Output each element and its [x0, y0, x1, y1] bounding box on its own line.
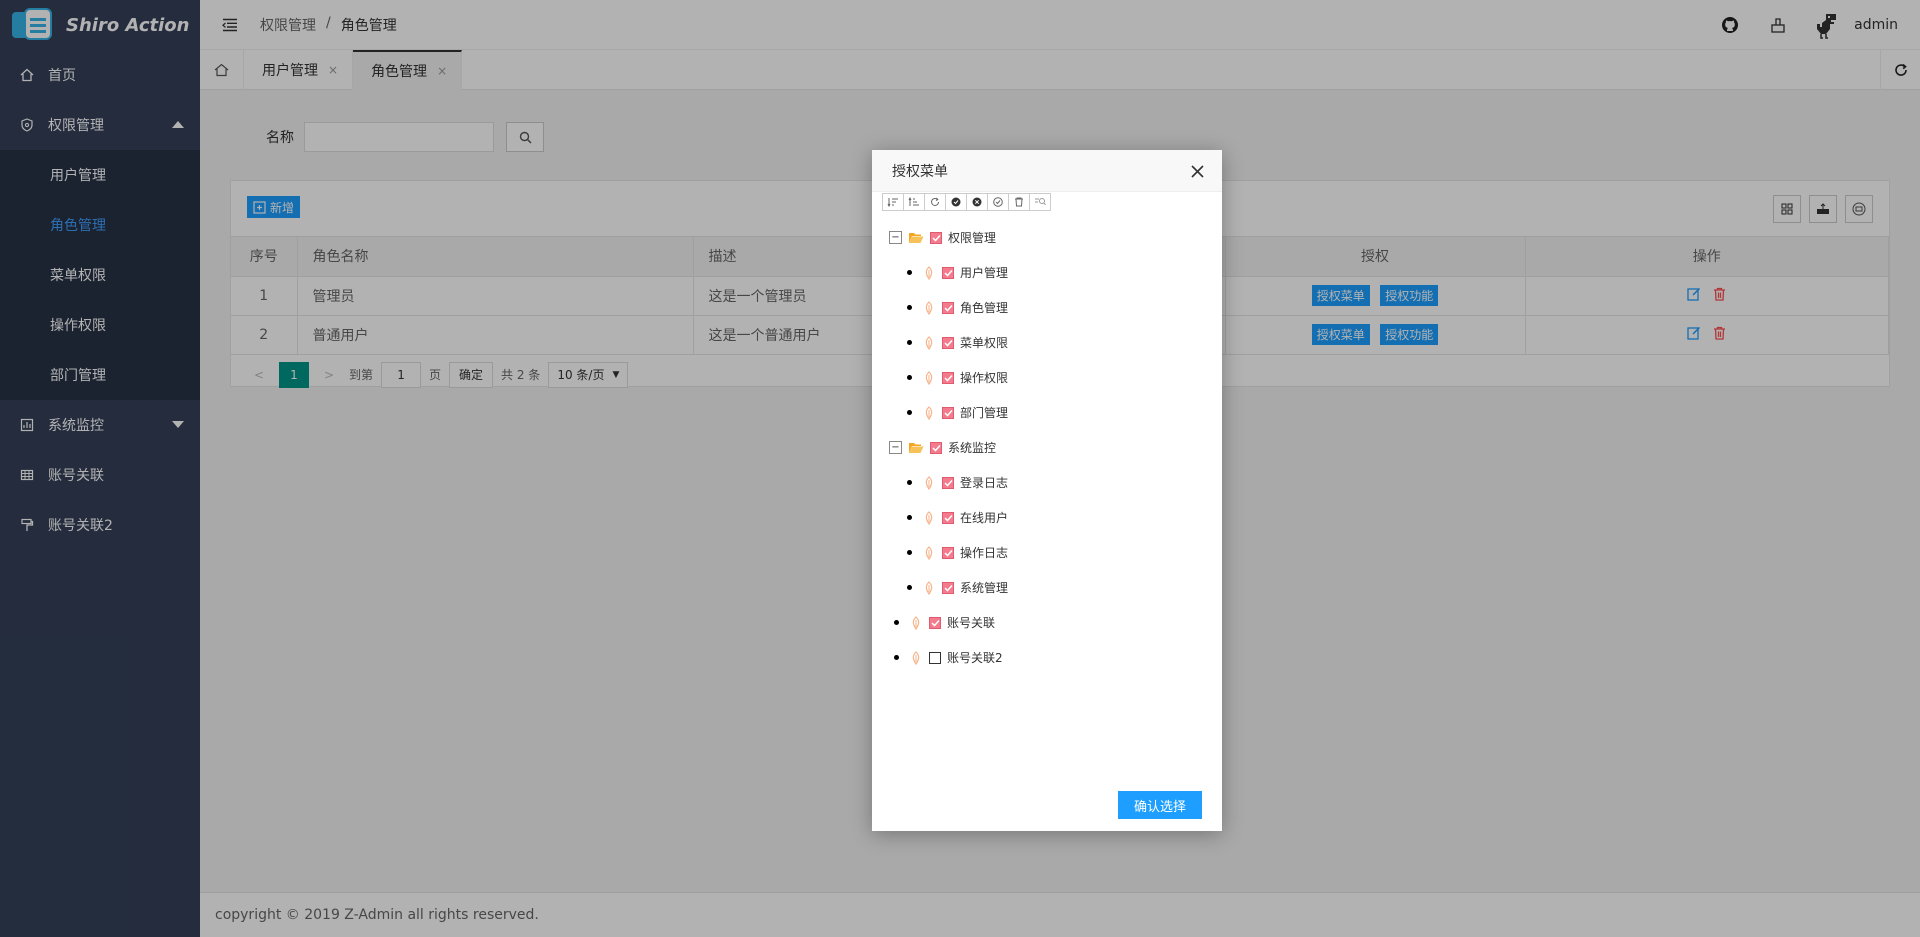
- checkbox-checked[interactable]: [929, 616, 941, 629]
- collapse-node-icon[interactable]: −: [889, 231, 902, 244]
- dialog-title: 授权菜单: [892, 163, 948, 180]
- tree-node[interactable]: 用户管理: [872, 255, 1222, 290]
- checkbox-checked[interactable]: [942, 476, 954, 489]
- tree-node-label: 操作日志: [960, 546, 1009, 560]
- tree-toolbar: [882, 193, 1051, 211]
- tree-node[interactable]: 操作日志: [872, 535, 1222, 570]
- folder-open-icon: [908, 442, 924, 454]
- tree-node-label: 操作权限: [960, 371, 1009, 385]
- tree-node[interactable]: − 系统监控: [872, 430, 1222, 465]
- bullet-icon: [907, 515, 912, 520]
- leaf-node-icon: [924, 370, 934, 385]
- tree-node[interactable]: 操作权限: [872, 360, 1222, 395]
- leaf-node-icon: [924, 300, 934, 315]
- checkbox-unchecked[interactable]: [929, 651, 941, 664]
- checkbox-checked[interactable]: [930, 441, 942, 454]
- check-circle-icon[interactable]: [987, 193, 1009, 211]
- tree-node-label: 系统管理: [960, 581, 1009, 595]
- bullet-icon: [894, 655, 899, 660]
- tree-node[interactable]: 部门管理: [872, 395, 1222, 430]
- bullet-icon: [907, 550, 912, 555]
- leaf-node-icon: [924, 335, 934, 350]
- reload-icon[interactable]: [924, 193, 946, 211]
- collapse-node-icon[interactable]: −: [889, 441, 902, 454]
- bullet-icon: [907, 305, 912, 310]
- search-tree-icon[interactable]: [1029, 193, 1051, 211]
- checkbox-checked[interactable]: [942, 336, 954, 349]
- leaf-node-icon: [924, 405, 934, 420]
- checkbox-checked[interactable]: [942, 546, 954, 559]
- tree-node-label: 菜单权限: [960, 336, 1009, 350]
- tree-node-label: 系统监控: [948, 441, 997, 455]
- tree-node-label: 部门管理: [960, 406, 1009, 420]
- tree-node-label: 登录日志: [960, 476, 1009, 490]
- bullet-icon: [907, 480, 912, 485]
- tree-node[interactable]: 账号关联: [872, 605, 1222, 640]
- bullet-icon: [907, 585, 912, 590]
- leaf-node-icon: [911, 615, 921, 630]
- tree-node[interactable]: 在线用户: [872, 500, 1222, 535]
- leaf-node-icon: [924, 510, 934, 525]
- tree-node-label: 账号关联2: [947, 651, 1003, 665]
- tree-node-label: 在线用户: [960, 511, 1009, 525]
- bullet-icon: [907, 340, 912, 345]
- uncheck-all-icon[interactable]: [966, 193, 988, 211]
- bullet-icon: [907, 410, 912, 415]
- confirm-selection-button[interactable]: 确认选择: [1117, 791, 1202, 819]
- leaf-node-icon: [924, 545, 934, 560]
- tree-node-label: 角色管理: [960, 301, 1009, 315]
- menu-tree: − 权限管理用户管理角色管理菜单权限操作权限部门管理 − 系统监控登录日志在线用户操作…: [872, 220, 1222, 675]
- tree-node[interactable]: 菜单权限: [872, 325, 1222, 360]
- tree-node[interactable]: 账号关联2: [872, 640, 1222, 675]
- tree-node-label: 权限管理: [948, 231, 997, 245]
- tree-node[interactable]: 登录日志: [872, 465, 1222, 500]
- leaf-node-icon: [924, 265, 934, 280]
- tree-node[interactable]: 系统管理: [872, 570, 1222, 605]
- collapse-all-icon[interactable]: [903, 193, 925, 211]
- tree-node-label: 用户管理: [960, 266, 1009, 280]
- checkbox-checked[interactable]: [942, 301, 954, 314]
- tree-node[interactable]: 角色管理: [872, 290, 1222, 325]
- bullet-icon: [907, 270, 912, 275]
- checkbox-checked[interactable]: [942, 371, 954, 384]
- bullet-icon: [907, 375, 912, 380]
- authorize-menu-dialog: 授权菜单 − 权限管理用户管理角色管理菜单权限操作权限部门管理 − 系统监控登录日志在…: [872, 150, 1222, 831]
- checkbox-checked[interactable]: [942, 581, 954, 594]
- trash-icon[interactable]: [1008, 193, 1030, 211]
- checkbox-checked[interactable]: [930, 231, 942, 244]
- close-icon[interactable]: [1188, 162, 1206, 180]
- dialog-title-bar: 授权菜单: [872, 150, 1222, 192]
- tree-node[interactable]: − 权限管理: [872, 220, 1222, 255]
- leaf-node-icon: [924, 580, 934, 595]
- bullet-icon: [894, 620, 899, 625]
- checkbox-checked[interactable]: [942, 266, 954, 279]
- check-all-icon[interactable]: [945, 193, 967, 211]
- leaf-node-icon: [924, 475, 934, 490]
- checkbox-checked[interactable]: [942, 406, 954, 419]
- expand-all-icon[interactable]: [882, 193, 904, 211]
- tree-node-label: 账号关联: [947, 616, 996, 630]
- folder-open-icon: [908, 232, 924, 244]
- leaf-node-icon: [911, 650, 921, 665]
- checkbox-checked[interactable]: [942, 511, 954, 524]
